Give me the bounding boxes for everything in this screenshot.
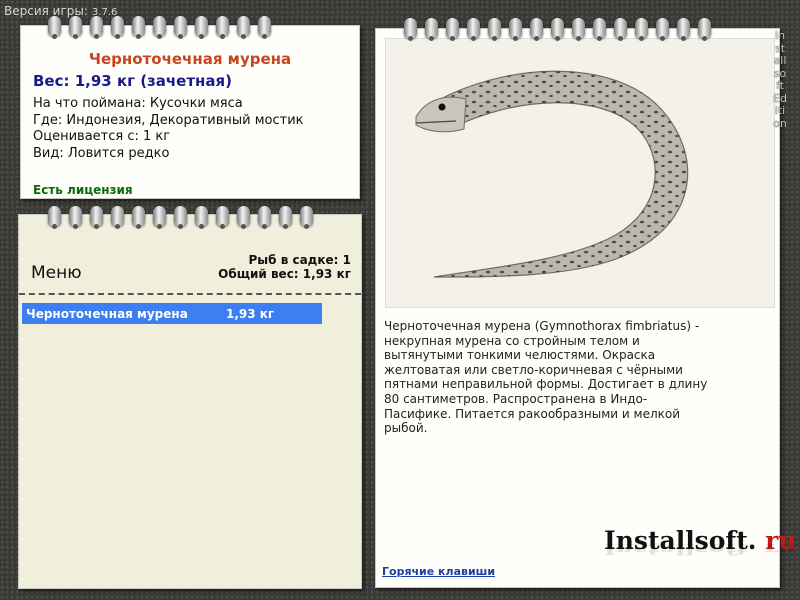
edition-side-text: Installsoft Edition (773, 29, 787, 130)
fish-info-panel: Черноточечная мурена Вес: 1,93 кг (зачет… (20, 25, 360, 199)
catch-stats: Рыб в садке: 1 Общий вес: 1,93 кг (218, 253, 351, 281)
fish-weight: Вес: 1,93 кг (зачетная) (33, 72, 233, 90)
fish-bait: На что поймана: Кусочки мяса (33, 96, 243, 111)
installsoft-logo: Installsoft. ru Installsoft. ru (604, 526, 797, 558)
menu-spiral-rings (48, 206, 313, 229)
fish-rated: Оценивается с: 1 кг (33, 129, 171, 144)
catch-item-weight: 1,93 кг (226, 306, 275, 321)
fish-count: Рыб в садке: 1 (248, 253, 352, 267)
fish-illustration (385, 38, 775, 308)
catch-list-item[interactable]: Черноточечная мурена 1,93 кг (22, 303, 322, 324)
total-weight: Общий вес: 1,93 кг (218, 267, 351, 281)
fish-title: Черноточечная мурена (88, 50, 292, 68)
moray-eel-image (415, 70, 689, 278)
menu-panel: Меню Рыб в садке: 1 Общий вес: 1,93 кг Ч… (18, 214, 362, 589)
fish-details: На что поймана: Кусочки мяса Где: Индоне… (33, 96, 304, 162)
hotkeys-link[interactable]: Горячие клавиши (382, 565, 495, 578)
detail-spiral-rings (404, 18, 711, 41)
fish-description: Черноточечная мурена (Gymnothorax fimbri… (384, 319, 708, 436)
fish-kind: Вид: Ловится редко (33, 145, 170, 161)
menu-title: Меню (31, 263, 82, 283)
info-spiral-rings (48, 16, 271, 39)
catch-item-name: Черноточечная мурена (26, 306, 188, 321)
fish-place: Где: Индонезия, Декоративный мостик (33, 112, 304, 128)
license-status: Есть лицензия (33, 183, 133, 197)
fish-detail-panel: Черноточечная мурена (Gymnothorax fimbri… (375, 28, 797, 588)
menu-divider (19, 293, 361, 295)
